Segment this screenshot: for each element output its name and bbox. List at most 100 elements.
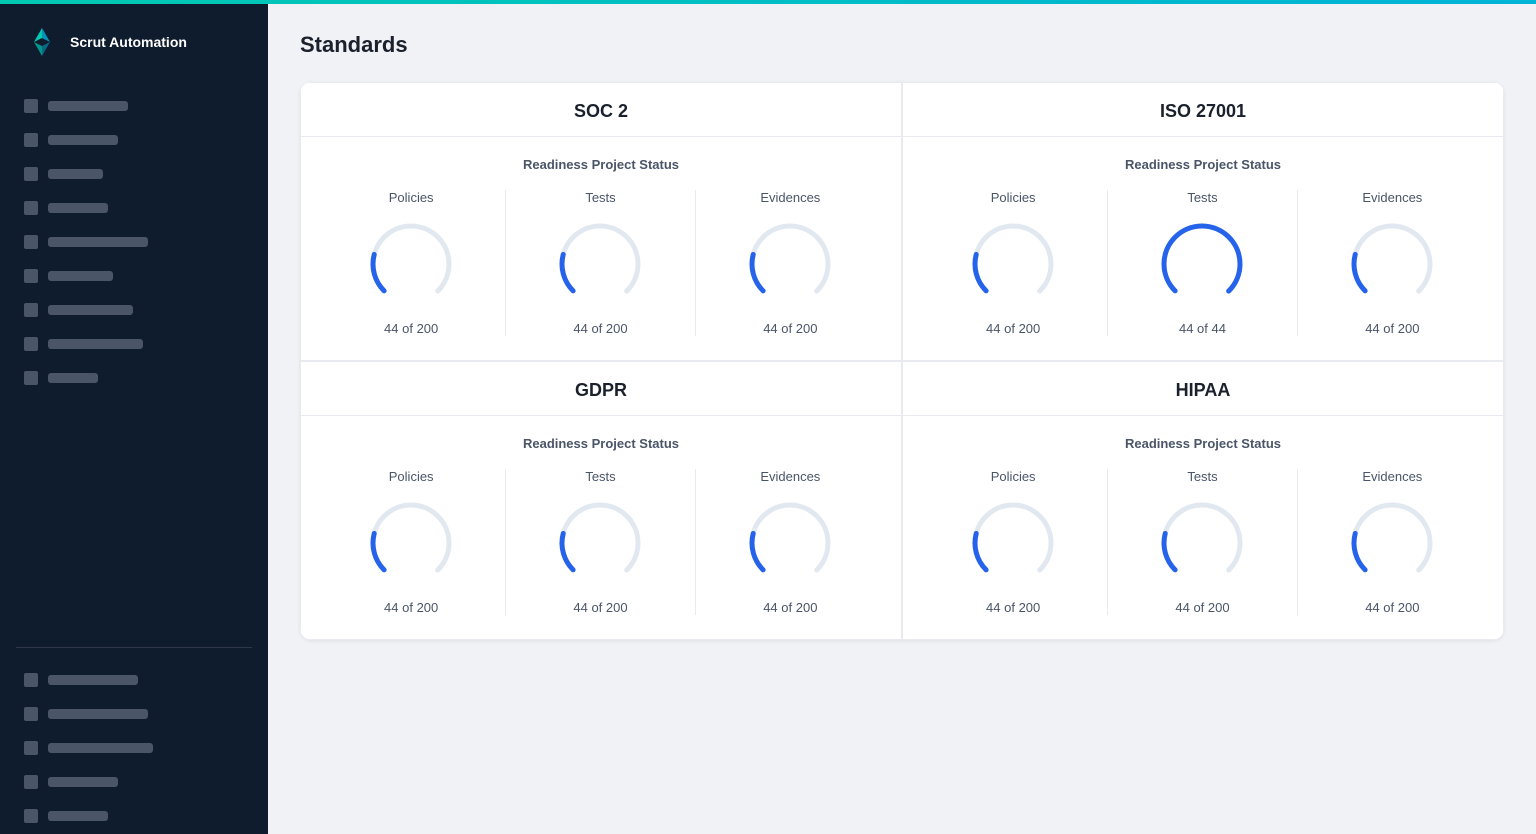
sidebar-item-b3[interactable] [16,732,252,764]
donut-soc2-2 [745,219,835,309]
sidebar-item-5[interactable] [16,226,252,258]
standard-header-hipaa: HIPAA [903,362,1503,416]
readiness-label-gdpr: Readiness Project Status [317,436,885,451]
metric-hipaa-policies: Policies 44 of 200 [919,469,1108,615]
donut-hipaa-1 [1157,498,1247,588]
metric-gdpr-tests: Tests 44 of 200 [506,469,695,615]
nav-icon-b5 [24,809,38,823]
sidebar-item-b4[interactable] [16,766,252,798]
metrics-row-hipaa: Policies 44 of 200Tests 44 of 200Evidenc… [919,469,1487,615]
sidebar-item-b2[interactable] [16,698,252,730]
donut-gdpr-0 [366,498,456,588]
standard-header-gdpr: GDPR [301,362,901,416]
nav-label-b1 [48,675,138,685]
nav-icon-3 [24,167,38,181]
sidebar-item-6[interactable] [16,260,252,292]
donut-gdpr-2 [745,498,835,588]
donut-iso27001-1 [1157,219,1247,309]
standard-title-hipaa: HIPAA [1176,380,1231,400]
sidebar: Scrut Automation [0,0,268,834]
standards-grid: SOC 2 Readiness Project Status Policies 44… [300,82,1504,640]
sidebar-nav-top [0,90,268,637]
sidebar-item-2[interactable] [16,124,252,156]
nav-icon-5 [24,235,38,249]
nav-icon-b2 [24,707,38,721]
nav-label-b2 [48,709,148,719]
nav-label-6 [48,271,113,281]
nav-icon-6 [24,269,38,283]
readiness-label-soc2: Readiness Project Status [317,157,885,172]
nav-label-4 [48,203,108,213]
logo-area[interactable]: Scrut Automation [0,4,268,90]
sidebar-item-4[interactable] [16,192,252,224]
metric-iso27001-evidences: Evidences 44 of 200 [1298,190,1487,336]
nav-icon-9 [24,371,38,385]
standard-body-iso27001: Readiness Project Status Policies 44 of 2… [903,137,1503,360]
metrics-row-iso27001: Policies 44 of 200Tests 44 of 44Evidence… [919,190,1487,336]
donut-soc2-1 [555,219,645,309]
nav-icon-b3 [24,741,38,755]
page-title: Standards [300,32,1504,58]
sidebar-item-b5[interactable] [16,800,252,832]
nav-icon-8 [24,337,38,351]
nav-icon-1 [24,99,38,113]
nav-label-1 [48,101,128,111]
standard-header-soc2: SOC 2 [301,83,901,137]
metric-gdpr-evidences: Evidences 44 of 200 [696,469,885,615]
nav-icon-b1 [24,673,38,687]
standard-body-gdpr: Readiness Project Status Policies 44 of 2… [301,416,901,639]
nav-label-8 [48,339,143,349]
readiness-label-hipaa: Readiness Project Status [919,436,1487,451]
donut-iso27001-0 [968,219,1058,309]
logo-text: Scrut Automation [70,33,187,51]
metric-soc2-tests: Tests 44 of 200 [506,190,695,336]
sidebar-item-1[interactable] [16,90,252,122]
standard-card-hipaa[interactable]: HIPAA Readiness Project Status Policies 44… [902,361,1504,640]
donut-gdpr-1 [555,498,645,588]
scrut-logo-icon [24,24,60,60]
nav-label-9 [48,373,98,383]
metric-soc2-policies: Policies 44 of 200 [317,190,506,336]
donut-soc2-0 [366,219,456,309]
standard-card-gdpr[interactable]: GDPR Readiness Project Status Policies 44 … [300,361,902,640]
nav-label-3 [48,169,103,179]
sidebar-item-8[interactable] [16,328,252,360]
sidebar-item-b1[interactable] [16,664,252,696]
nav-label-b4 [48,777,118,787]
readiness-label-iso27001: Readiness Project Status [919,157,1487,172]
main-content: Standards SOC 2 Readiness Project Status P… [268,0,1536,834]
donut-hipaa-2 [1347,498,1437,588]
standard-title-soc2: SOC 2 [574,101,628,121]
nav-label-5 [48,237,148,247]
nav-label-7 [48,305,133,315]
sidebar-nav-bottom [0,664,268,834]
standard-header-iso27001: ISO 27001 [903,83,1503,137]
sidebar-item-3[interactable] [16,158,252,190]
metric-hipaa-tests: Tests 44 of 200 [1108,469,1297,615]
nav-icon-4 [24,201,38,215]
metric-iso27001-tests: Tests 44 of 44 [1108,190,1297,336]
standard-card-iso27001[interactable]: ISO 27001 Readiness Project Status Policie… [902,82,1504,361]
metrics-row-soc2: Policies 44 of 200Tests 44 of 200Evidenc… [317,190,885,336]
nav-label-2 [48,135,118,145]
metrics-row-gdpr: Policies 44 of 200Tests 44 of 200Evidenc… [317,469,885,615]
standard-card-soc2[interactable]: SOC 2 Readiness Project Status Policies 44… [300,82,902,361]
nav-label-b5 [48,811,108,821]
metric-soc2-evidences: Evidences 44 of 200 [696,190,885,336]
standard-body-soc2: Readiness Project Status Policies 44 of 2… [301,137,901,360]
standard-title-iso27001: ISO 27001 [1160,101,1246,121]
metric-gdpr-policies: Policies 44 of 200 [317,469,506,615]
sidebar-divider [16,647,252,648]
nav-icon-b4 [24,775,38,789]
donut-iso27001-2 [1347,219,1437,309]
metric-hipaa-evidences: Evidences 44 of 200 [1298,469,1487,615]
nav-icon-2 [24,133,38,147]
nav-label-b3 [48,743,153,753]
donut-hipaa-0 [968,498,1058,588]
nav-icon-7 [24,303,38,317]
standard-body-hipaa: Readiness Project Status Policies 44 of 2… [903,416,1503,639]
sidebar-item-7[interactable] [16,294,252,326]
standard-title-gdpr: GDPR [575,380,627,400]
metric-iso27001-policies: Policies 44 of 200 [919,190,1108,336]
sidebar-item-9[interactable] [16,362,252,394]
